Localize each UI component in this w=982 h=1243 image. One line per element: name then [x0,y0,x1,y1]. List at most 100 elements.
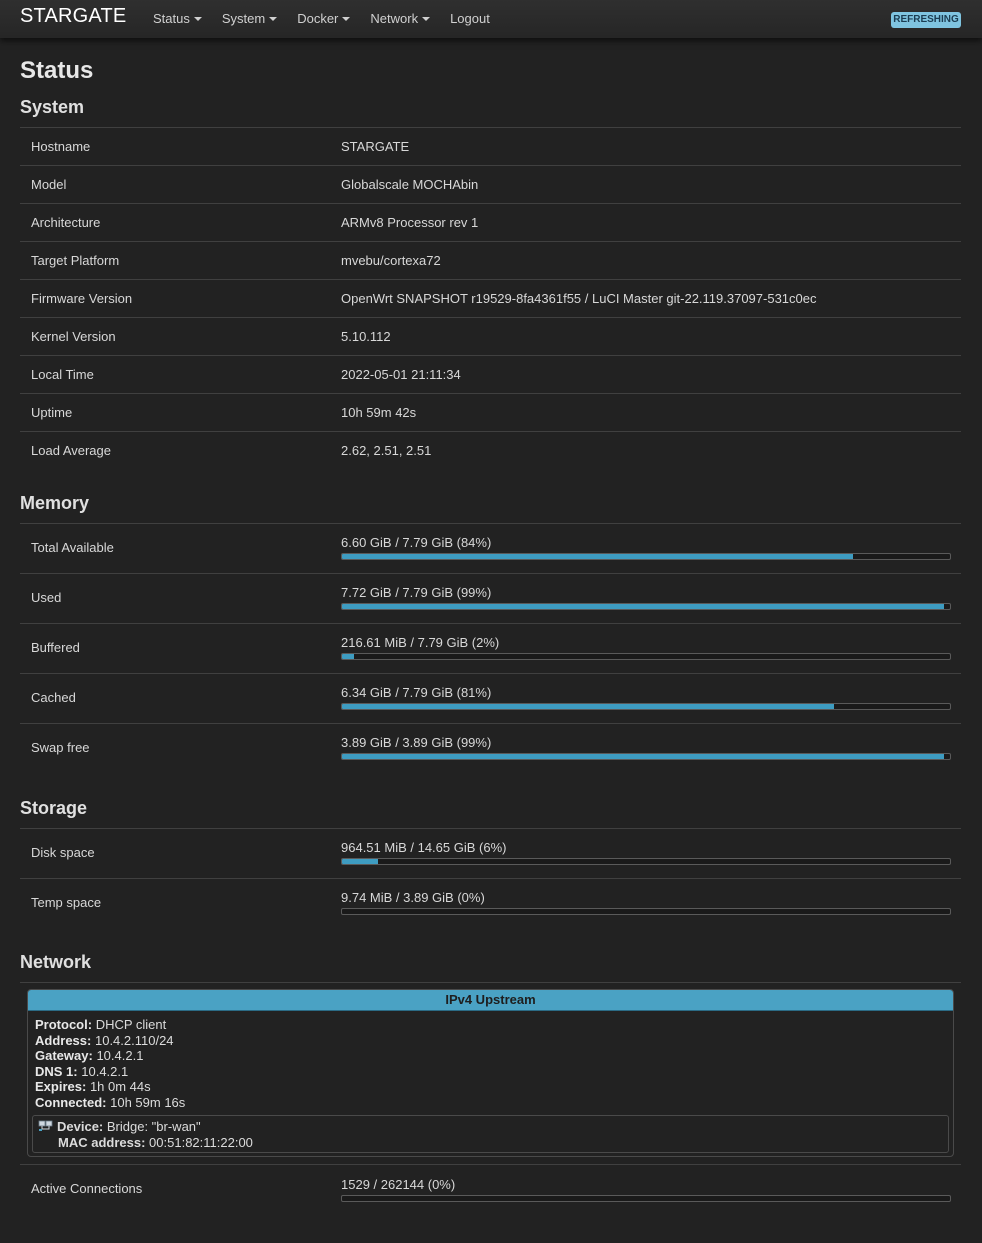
page-title: Status [20,57,94,84]
address-line: Address: 10.4.2.110/24 [35,1033,946,1049]
progress-bar [341,653,951,660]
storage-heading: Storage [20,798,88,818]
row-label: Local Time [31,367,94,382]
table-row: Firmware Version OpenWrt SNAPSHOT r19529-… [20,279,961,317]
field-key: Device: [57,1119,104,1134]
row-label: Architecture [31,215,101,230]
menu-status[interactable]: Status [153,0,202,38]
field-value: 00:51:82:11:22:00 [149,1135,253,1150]
field-value: 1h 0m 44s [89,1079,151,1094]
caret-down-icon [342,17,351,21]
field-key: MAC address: [58,1135,146,1150]
device-box: Device: Bridge: "br-wan" MAC address: 00… [32,1115,949,1153]
table-row: Active Connections 1529 / 262144 (0%) [20,1164,961,1214]
caret-down-icon [422,17,431,21]
table-row: Total Available 6.60 GiB / 7.79 GiB (84%) [20,523,961,573]
row-value: Globalscale MOCHAbin [341,177,479,192]
system-table: Hostname STARGATE Model Globalscale MOCHAb… [20,127,961,469]
caret-down-icon [269,17,278,21]
progress-bar [341,858,951,865]
table-row: Hostname STARGATE [20,127,961,165]
table-row: Used 7.72 GiB / 7.79 GiB (99%) [20,573,961,623]
upstream-details: Protocol: DHCP client Address: 10.4.2.11… [28,1011,953,1116]
table-row: Buffered 216.61 MiB / 7.79 GiB (2%) [20,623,961,673]
table-row: Kernel Version 5.10.112 [20,317,961,355]
field-value: 10h 59m 16s [110,1094,186,1110]
row-value: 9.74 MiB / 3.89 GiB (0%) [341,890,485,905]
table-row: Disk space 964.51 MiB / 14.65 GiB (6%) [20,828,961,878]
row-value: 2022-05-01 21:11:34 [341,367,461,382]
memory-heading: Memory [20,493,90,513]
row-value: 2.62, 2.51, 2.51 [341,443,432,458]
row-value: 964.51 MiB / 14.65 GiB (6%) [341,840,507,855]
connected-line: Connected: 10h 59m 16s [35,1095,946,1111]
storage-table: Disk space 964.51 MiB / 14.65 GiB (6%) Te… [20,828,961,928]
row-value: ARMv8 Processor rev 1 [341,215,479,230]
row-value: 7.72 GiB / 7.79 GiB (99%) [341,585,492,600]
menu-docker-label: Docker [297,11,339,26]
row-value: STARGATE [341,139,410,154]
row-label: Kernel Version [31,329,116,344]
row-label: Target Platform [31,253,120,268]
row-value: 10h 59m 42s [341,405,417,420]
row-label: Hostname [31,139,91,154]
row-label: Disk space [31,845,95,860]
field-key: Connected: [35,1094,107,1110]
field-value: DHCP client [95,1017,167,1032]
progress-fill [342,704,835,709]
progress-bar [341,753,951,760]
row-label: Swap free [31,740,90,755]
row-value: 5.10.112 [341,329,391,344]
menu-system-label: System [221,11,266,26]
gateway-line: Gateway: 10.4.2.1 [35,1048,946,1064]
progress-bar [341,703,951,710]
field-value: 10.4.2.1 [81,1063,129,1079]
row-label: Used [31,590,62,605]
row-label: Firmware Version [31,291,133,306]
menu-system[interactable]: System [221,0,278,38]
brand-logo[interactable]: STARGATE [20,5,126,28]
row-value: 3.89 GiB / 3.89 GiB (99%) [341,735,492,750]
field-value: 10.4.2.1 [96,1048,144,1063]
memory-table: Total Available 6.60 GiB / 7.79 GiB (84%)… [20,523,961,773]
menu-docker[interactable]: Docker [297,0,351,38]
top-navbar: STARGATE Status System Docker Network Lo… [0,0,982,38]
row-label: Buffered [31,640,80,655]
network-heading: Network [20,952,92,972]
field-key: Expires: [35,1079,87,1094]
menu-status-label: Status [153,11,190,26]
row-value: OpenWrt SNAPSHOT r19529-8fa4361f55 / LuC… [341,291,817,306]
table-row: Target Platform mvebu/cortexa72 [20,241,961,279]
field-key: DNS 1: [35,1063,78,1079]
field-value: Bridge: "br-wan" [106,1119,201,1134]
mac-line: MAC address: 00:51:82:11:22:00 [38,1135,943,1151]
device-line: Device: Bridge: "br-wan" [38,1119,943,1135]
connections-table: Active Connections 1529 / 262144 (0%) [20,1164,961,1214]
table-row: Local Time 2022-05-01 21:11:34 [20,355,961,393]
table-row: Model Globalscale MOCHAbin [20,165,961,203]
dns-line: DNS 1: 10.4.2.1 [35,1064,946,1080]
caret-down-icon [193,17,202,21]
field-key: Gateway: [35,1048,93,1063]
ipv4-upstream-box: IPv4 Upstream Protocol: DHCP client Addr… [27,989,954,1157]
menu-network[interactable]: Network [370,0,431,38]
row-label: Active Connections [31,1181,143,1196]
progress-fill [342,754,944,759]
field-value: 10.4.2.110/24 [94,1032,174,1048]
row-value: 6.34 GiB / 7.79 GiB (81%) [341,685,492,700]
system-heading: System [20,97,85,117]
row-value: 6.60 GiB / 7.79 GiB (84%) [341,535,492,550]
row-label: Temp space [31,895,102,910]
field-key: Protocol: [35,1017,93,1032]
row-label: Total Available [31,540,114,555]
row-label: Cached [31,690,76,705]
row-value: 216.61 MiB / 7.79 GiB (2%) [341,635,500,650]
row-value: 1529 / 262144 (0%) [341,1177,456,1192]
expires-line: Expires: 1h 0m 44s [35,1079,946,1095]
row-label: Model [31,177,67,192]
logout-link[interactable]: Logout [450,0,490,38]
progress-bar [341,553,951,560]
main-menu: Status System Docker Network Logout [153,0,510,38]
refreshing-badge[interactable]: REFRESHING [891,12,961,28]
progress-bar [341,603,951,610]
